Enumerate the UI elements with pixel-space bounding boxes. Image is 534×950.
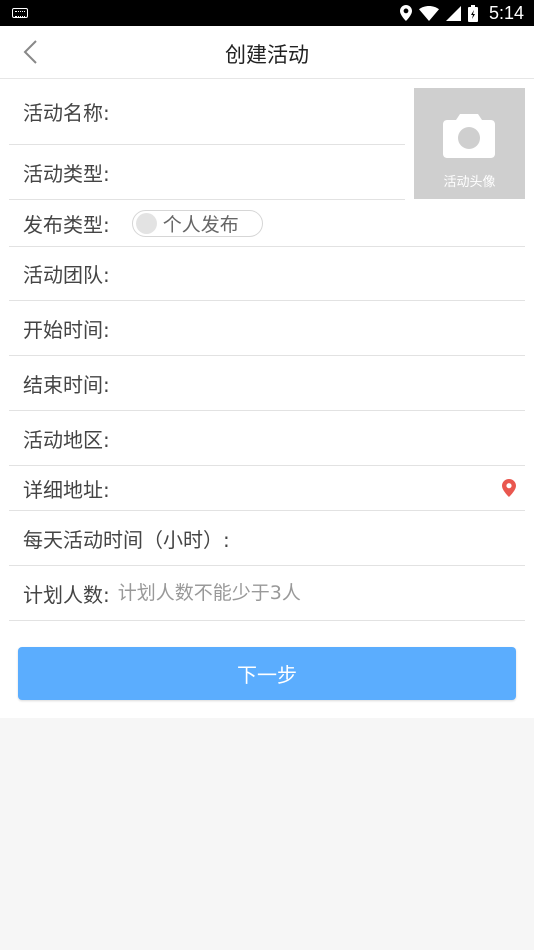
activity-region-label: 活动地区: <box>23 427 110 452</box>
wifi-icon <box>418 5 439 21</box>
daily-hours-label: 每天活动时间（小时）: <box>23 527 230 552</box>
activity-avatar-upload[interactable]: 活动头像 <box>414 88 525 199</box>
activity-form: 活动头像 活动名称: 活动类型: 发布类型: 个人发布 活动团队: 开始时间: … <box>0 79 534 718</box>
publish-type-row: 发布类型: 个人发布 <box>9 200 525 247</box>
clock: 5:14 <box>488 2 524 23</box>
personal-publish-toggle[interactable]: 个人发布 <box>131 209 263 237</box>
activity-region-row[interactable]: 活动地区: <box>9 411 525 466</box>
location-pin-icon[interactable] <box>502 479 516 497</box>
toggle-label: 个人发布 <box>162 213 239 236</box>
activity-name-input[interactable] <box>109 79 405 144</box>
nav-bar: 创建活动 <box>0 26 534 79</box>
end-time-row[interactable]: 结束时间: <box>9 356 525 411</box>
keyboard-icon <box>12 8 28 18</box>
activity-type-label: 活动类型: <box>23 161 110 186</box>
activity-name-label: 活动名称: <box>23 101 110 125</box>
activity-type-row[interactable]: 活动类型: <box>9 145 405 200</box>
next-step-button[interactable]: 下一步 <box>18 647 516 700</box>
start-time-label: 开始时间: <box>23 317 110 342</box>
avatar-caption: 活动头像 <box>443 175 496 190</box>
camera-icon <box>443 114 495 158</box>
status-bar: 5:14 <box>0 0 534 26</box>
planned-count-label: 计划人数: <box>23 582 110 607</box>
activity-team-row[interactable]: 活动团队: <box>9 247 525 301</box>
end-time-label: 结束时间: <box>23 372 110 397</box>
location-status-icon <box>399 5 412 21</box>
start-time-picker[interactable] <box>109 301 525 355</box>
activity-name-row: 活动名称: <box>9 79 405 145</box>
toggle-knob <box>135 212 157 234</box>
detail-address-label: 详细地址: <box>23 477 110 502</box>
detail-address-row: 详细地址: <box>9 466 525 511</box>
planned-count-input[interactable] <box>117 566 525 620</box>
detail-address-input[interactable] <box>109 466 525 510</box>
daily-hours-input[interactable] <box>229 511 525 565</box>
planned-count-row: 计划人数: <box>9 566 525 621</box>
page-title: 创建活动 <box>225 43 309 67</box>
activity-team-label: 活动团队: <box>23 263 110 287</box>
activity-type-select[interactable] <box>109 145 405 199</box>
publish-type-label: 发布类型: <box>23 212 110 237</box>
start-time-row[interactable]: 开始时间: <box>9 301 525 356</box>
signal-icon <box>445 5 461 21</box>
end-time-picker[interactable] <box>109 356 525 410</box>
daily-hours-row: 每天活动时间（小时）: <box>9 511 525 566</box>
battery-icon <box>467 4 478 22</box>
activity-team-select[interactable] <box>109 247 525 300</box>
activity-region-select[interactable] <box>109 411 525 465</box>
